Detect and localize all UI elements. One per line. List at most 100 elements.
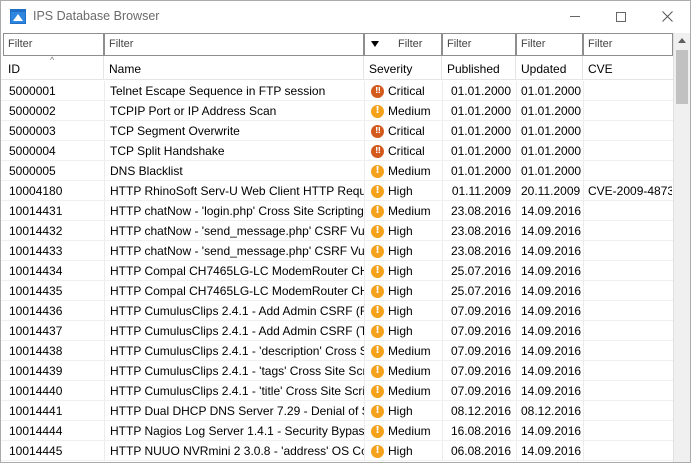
table-row[interactable]: 10014441 HTTP Dual DHCP DNS Server 7.29 -…: [1, 401, 673, 421]
row-severity-label: High: [388, 244, 413, 258]
row-severity-label: Medium: [388, 104, 431, 118]
column-separator: [104, 161, 105, 180]
row-id-cell: 5000002: [9, 104, 56, 118]
row-severity-label: Medium: [388, 424, 431, 438]
column-separator: [442, 301, 443, 320]
row-updated-cell: 14.09.2016: [521, 224, 581, 238]
row-updated-cell: 14.09.2016: [521, 324, 581, 338]
row-name-cell: HTTP CumulusClips 2.4.1 - 'description' …: [110, 344, 364, 358]
row-updated-cell: 14.09.2016: [521, 264, 581, 278]
row-published-cell: 01.01.2000: [450, 84, 511, 98]
table-row[interactable]: 10014434 HTTP Compal CH7465LG-LC ModemRou…: [1, 261, 673, 281]
table-row[interactable]: 10014431 HTTP chatNow - 'login.php' Cross…: [1, 201, 673, 221]
table-row[interactable]: 10014444 HTTP Nagios Log Server 1.4.1 - S…: [1, 421, 673, 441]
severity-filter-dropdown[interactable]: Filter: [364, 33, 442, 56]
column-separator: [583, 321, 584, 340]
row-name-cell: HTTP chatNow - 'send_message.php' CSRF V…: [110, 244, 364, 258]
row-severity-cell: ! Medium: [371, 341, 443, 361]
close-button[interactable]: [644, 1, 690, 32]
table-row[interactable]: 10014436 HTTP CumulusClips 2.4.1 - Add Ad…: [1, 301, 673, 321]
row-severity-label: Medium: [388, 384, 431, 398]
maximize-button[interactable]: [598, 1, 644, 32]
column-separator: [516, 161, 517, 180]
row-cve-cell: [588, 421, 672, 441]
row-id-cell: 10014433: [9, 244, 63, 258]
table-row[interactable]: 5000004 TCP Split Handshake!! Critical 01.0…: [1, 141, 673, 161]
dropdown-arrow-icon: [371, 41, 379, 47]
table-row[interactable]: 10014432 HTTP chatNow - 'send_message.php…: [1, 221, 673, 241]
row-cve-cell: [588, 221, 672, 241]
column-separator: [516, 141, 517, 160]
column-separator: [516, 121, 517, 140]
published-filter-input[interactable]: Filter: [442, 33, 516, 56]
row-published-cell: 23.08.2016: [450, 244, 511, 258]
table-row[interactable]: 10014438 HTTP CumulusClips 2.4.1 - 'descr…: [1, 341, 673, 361]
column-header-severity[interactable]: Severity: [364, 56, 442, 80]
table-row[interactable]: 5000002 TCPIP Port or IP Address Scan! Med…: [1, 101, 673, 121]
row-published-cell: 01.01.2000: [450, 144, 511, 158]
name-filter-input[interactable]: Filter: [104, 33, 364, 56]
column-separator: [442, 161, 443, 180]
table-row[interactable]: 5000005 DNS Blacklist! Medium 01.01.2000 01.…: [1, 161, 673, 181]
row-name-cell: HTTP NUUO NVRmini 2 3.0.8 - 'address' OS…: [110, 444, 364, 458]
column-header-name[interactable]: Name: [104, 56, 364, 80]
row-id-cell: 10014436: [9, 304, 63, 318]
row-published-cell: 23.08.2016: [450, 224, 511, 238]
row-id-cell: 5000003: [9, 124, 56, 138]
column-header-published[interactable]: Published: [442, 56, 516, 80]
row-severity-cell: ! Medium: [371, 381, 443, 401]
column-separator: [583, 381, 584, 400]
id-filter-input[interactable]: Filter: [3, 33, 104, 56]
column-separator: [364, 101, 365, 120]
column-separator: [442, 321, 443, 340]
scroll-up-arrow-icon[interactable]: [678, 38, 686, 43]
table-row[interactable]: 10014435 HTTP Compal CH7465LG-LC ModemRou…: [1, 281, 673, 301]
table-row[interactable]: 10014433 HTTP chatNow - 'send_message.php…: [1, 241, 673, 261]
updated-filter-input[interactable]: Filter: [516, 33, 583, 56]
table-row[interactable]: 5000001 Telnet Escape Sequence in FTP ses…: [1, 81, 673, 101]
column-header-id[interactable]: ^ ID: [3, 55, 104, 80]
column-header-cve[interactable]: CVE: [583, 56, 673, 80]
row-severity-cell: ! High: [371, 241, 443, 261]
row-published-cell: 07.09.2016: [450, 344, 511, 358]
column-header-id-label: ID: [8, 62, 20, 76]
row-cve-cell: [588, 281, 672, 301]
column-separator: [583, 181, 584, 200]
medium-severity-icon: !: [371, 164, 384, 178]
table-row[interactable]: 5000003 TCP Segment Overwrite!! Critical 01…: [1, 121, 673, 141]
row-severity-cell: ! High: [371, 281, 443, 301]
row-published-cell: 07.09.2016: [450, 324, 511, 338]
column-separator: [364, 201, 365, 220]
title-bar[interactable]: IPS Database Browser: [1, 1, 690, 32]
row-severity-cell: ! High: [371, 181, 443, 201]
high-severity-icon: !: [371, 324, 384, 338]
row-published-cell: 01.11.2009: [451, 184, 511, 198]
table-row[interactable]: 10014437 HTTP CumulusClips 2.4.1 - Add Ad…: [1, 321, 673, 341]
table-row[interactable]: 10004180 HTTP RhinoSoft Serv-U Web Client…: [1, 181, 673, 201]
row-cve-cell: [588, 261, 672, 281]
row-updated-cell: 14.09.2016: [521, 344, 581, 358]
column-separator: [104, 261, 105, 280]
row-published-cell: 25.07.2016: [450, 264, 511, 278]
minimize-button[interactable]: [552, 1, 598, 32]
row-id-cell: 10014437: [9, 324, 63, 338]
cve-filter-input[interactable]: Filter: [583, 33, 673, 56]
column-separator: [442, 141, 443, 160]
row-cve-cell: [588, 321, 672, 341]
table-row[interactable]: 10014445 HTTP NUUO NVRmini 2 3.0.8 - 'add…: [1, 441, 673, 461]
minimize-icon: [570, 16, 580, 17]
scrollbar-thumb[interactable]: [676, 50, 688, 104]
column-separator: [104, 101, 105, 120]
row-name-cell: HTTP CumulusClips 2.4.1 - 'tags' Cross S…: [110, 364, 364, 378]
column-header-updated[interactable]: Updated: [516, 56, 583, 80]
row-published-cell: 16.08.2016: [450, 424, 511, 438]
table-header: ^ ID Name Severity Published Updated CVE: [1, 55, 673, 80]
row-severity-label: High: [388, 224, 413, 238]
row-severity-cell: ! High: [371, 301, 443, 321]
ips-database-browser-window: IPS Database Browser Filter Filter Filte…: [0, 0, 691, 463]
vertical-scrollbar[interactable]: [673, 33, 690, 462]
row-name-cell: TCP Segment Overwrite: [110, 124, 240, 138]
table-row[interactable]: 10014440 HTTP CumulusClips 2.4.1 - 'title…: [1, 381, 673, 401]
table-row[interactable]: 10014439 HTTP CumulusClips 2.4.1 - 'tags'…: [1, 361, 673, 381]
column-separator: [442, 241, 443, 260]
